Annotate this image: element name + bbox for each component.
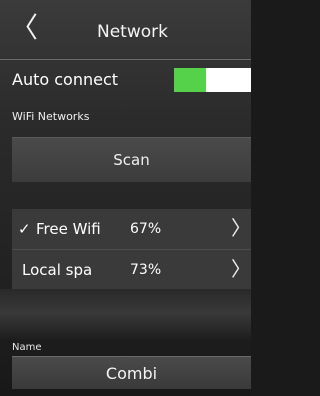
auto-connect-toggle[interactable] bbox=[174, 68, 251, 92]
network-name: Free Wifi bbox=[36, 220, 101, 238]
network-screen: 〈 Network Auto connect WiFi Networks Sca… bbox=[0, 0, 251, 396]
toggle-on-indicator bbox=[174, 68, 206, 92]
scan-button[interactable]: Scan bbox=[12, 137, 251, 182]
network-list: ✓ Free Wifi 67% 〉 Local spa 73% 〉 bbox=[12, 209, 251, 289]
network-signal: 67% bbox=[130, 221, 162, 237]
background-divider bbox=[0, 289, 251, 341]
network-item[interactable]: Local spa 73% 〉 bbox=[12, 249, 251, 289]
wifi-networks-label: WiFi Networks bbox=[12, 110, 90, 123]
name-field[interactable]: Combi bbox=[12, 356, 251, 389]
chevron-right-icon: 〉 bbox=[231, 216, 251, 240]
network-item[interactable]: ✓ Free Wifi 67% 〉 bbox=[12, 209, 251, 249]
page-title: Network bbox=[97, 22, 168, 42]
network-signal: 73% bbox=[130, 262, 162, 278]
header-bar: 〈 Network bbox=[0, 0, 251, 60]
name-label: Name bbox=[12, 342, 42, 353]
auto-connect-label: Auto connect bbox=[12, 70, 119, 89]
network-name: Local spa bbox=[22, 261, 93, 279]
chevron-right-icon: 〉 bbox=[231, 257, 251, 281]
check-icon: ✓ bbox=[18, 220, 31, 238]
